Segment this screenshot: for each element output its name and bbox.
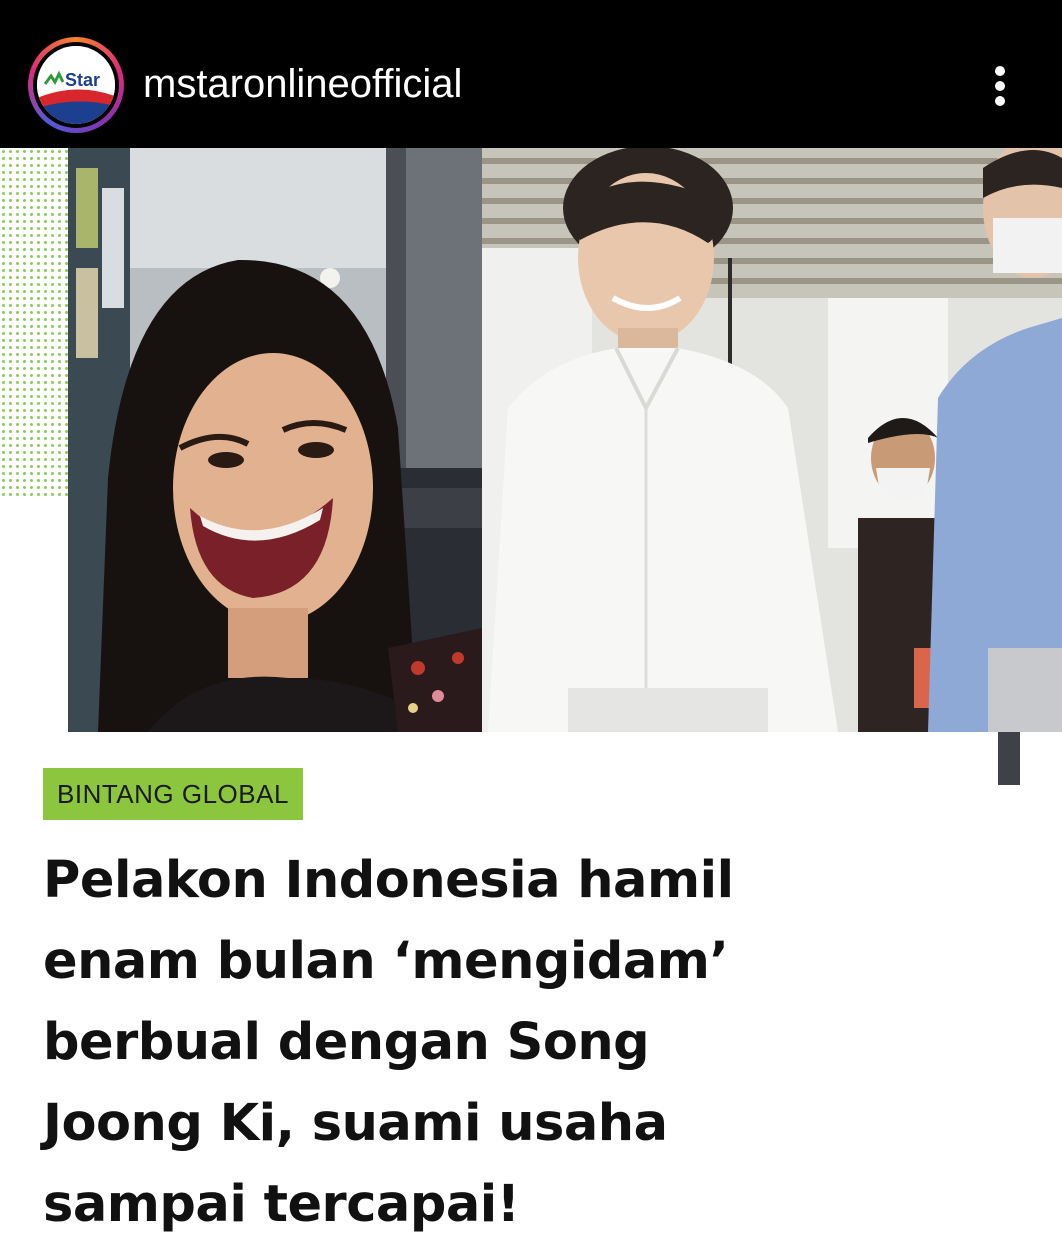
more-vertical-icon[interactable] <box>978 60 1022 112</box>
post-header: Star mstaronlineofficial <box>0 0 1062 148</box>
avatar-logo-text: Star <box>65 70 100 90</box>
headline-line: enam bulan ‘mengidam’ <box>43 932 729 991</box>
profile-avatar[interactable]: Star <box>28 37 124 133</box>
photo-edge <box>998 732 1020 785</box>
headline-line: sampai tercapai! <box>43 1175 520 1234</box>
mstar-logo: Star <box>37 46 115 124</box>
article-headline[interactable]: Pelakon Indonesia hamil enam bulan ‘meng… <box>43 840 943 1245</box>
headline-line: berbual dengan Song <box>43 1013 650 1072</box>
post-image: BINTANG GLOBAL Pelakon Indonesia hamil e… <box>0 148 1062 1234</box>
dot-pattern-left <box>0 148 68 498</box>
category-tag[interactable]: BINTANG GLOBAL <box>43 768 303 820</box>
username[interactable]: mstaronlineofficial <box>143 58 462 110</box>
article-photo <box>68 148 1062 732</box>
headline-line: Joong Ki, suami usaha <box>43 1094 668 1153</box>
headline-line: Pelakon Indonesia hamil <box>43 851 734 910</box>
